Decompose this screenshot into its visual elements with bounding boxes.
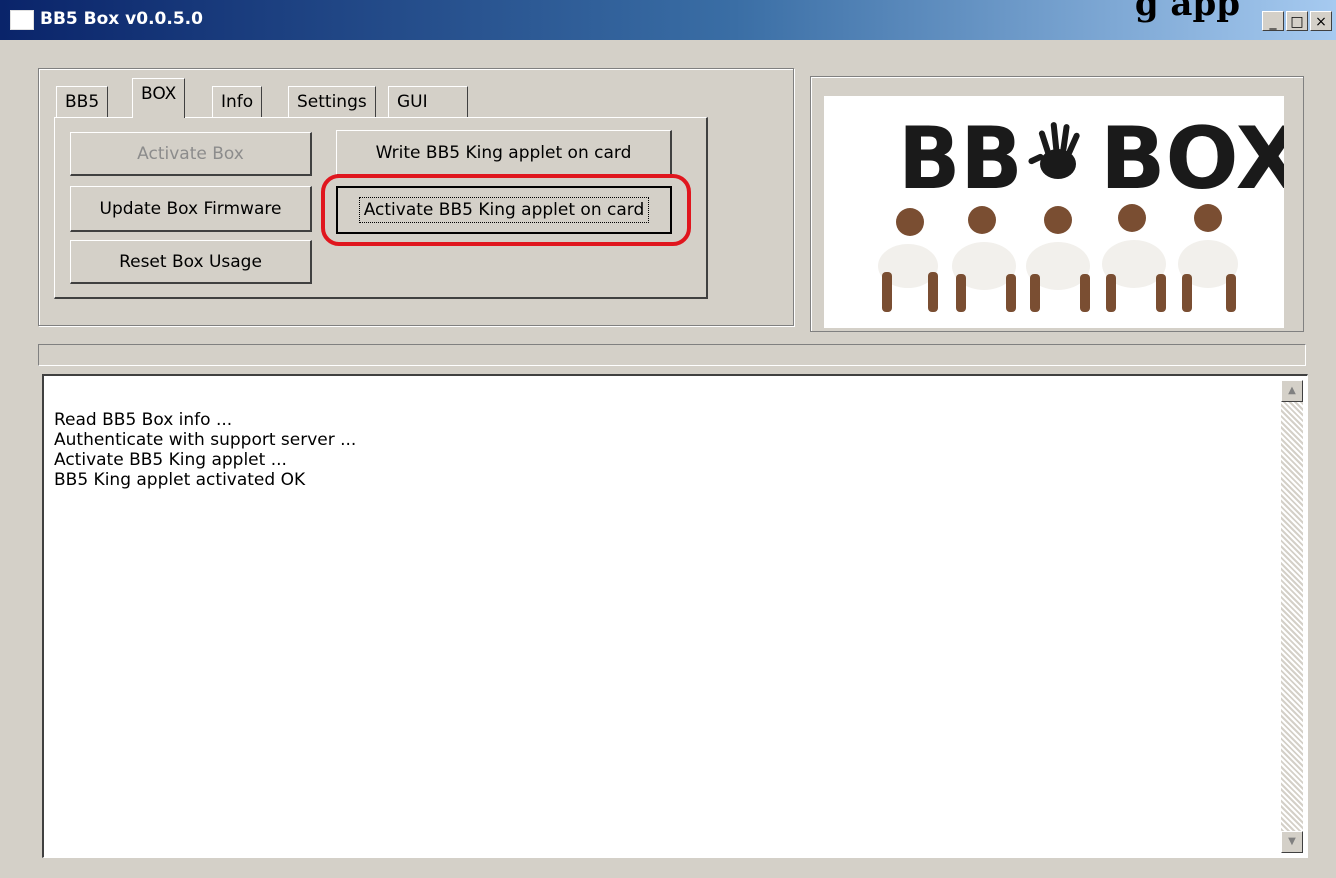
hand-print-icon xyxy=(1028,122,1080,179)
scroll-down-icon[interactable]: ▼ xyxy=(1281,831,1303,853)
update-firmware-button[interactable]: Update Box Firmware xyxy=(70,186,312,232)
minimize-button[interactable]: _ xyxy=(1262,11,1284,31)
activate-box-button[interactable]: Activate Box xyxy=(70,132,312,176)
overlay-caption: g app xyxy=(1134,0,1240,24)
progress-bar xyxy=(38,344,1306,366)
vertical-scrollbar[interactable]: ▲ ▼ xyxy=(1281,380,1303,853)
logo-text-box: BOX xyxy=(1100,109,1284,209)
app-icon xyxy=(10,10,34,30)
write-applet-button[interactable]: Write BB5 King applet on card xyxy=(336,130,672,176)
log-lines: Read BB5 Box info ... Authenticate with … xyxy=(54,410,356,490)
activate-applet-label: Activate BB5 King applet on card xyxy=(358,197,650,223)
tab-info[interactable]: Info xyxy=(212,86,263,118)
window-title: BB5 Box v0.0.5.0 xyxy=(40,9,203,29)
tab-settings[interactable]: Settings xyxy=(288,86,376,118)
log-line: Read BB5 Box info ... xyxy=(54,410,233,430)
tab-bb5[interactable]: BB5 xyxy=(56,86,109,118)
log-line: Authenticate with support server ... xyxy=(54,430,357,450)
close-button[interactable]: × xyxy=(1310,11,1332,31)
logo-text-bb: BB xyxy=(898,108,1023,208)
tab-gui[interactable]: GUI xyxy=(388,86,468,118)
crawling-babies-picture xyxy=(878,204,1238,312)
log-line: Activate BB5 King applet ... xyxy=(54,450,287,470)
log-output[interactable]: Read BB5 Box info ... Authenticate with … xyxy=(42,374,1308,858)
reset-usage-button[interactable]: Reset Box Usage xyxy=(70,240,312,284)
activate-applet-button[interactable]: Activate BB5 King applet on card xyxy=(336,186,672,234)
scroll-up-icon[interactable]: ▲ xyxy=(1281,380,1303,402)
tab-box[interactable]: BOX xyxy=(132,78,186,118)
bb5-box-logo: BB BOX xyxy=(824,96,1284,328)
maximize-button[interactable]: □ xyxy=(1286,11,1308,31)
log-line: BB5 King applet activated OK xyxy=(54,470,306,490)
